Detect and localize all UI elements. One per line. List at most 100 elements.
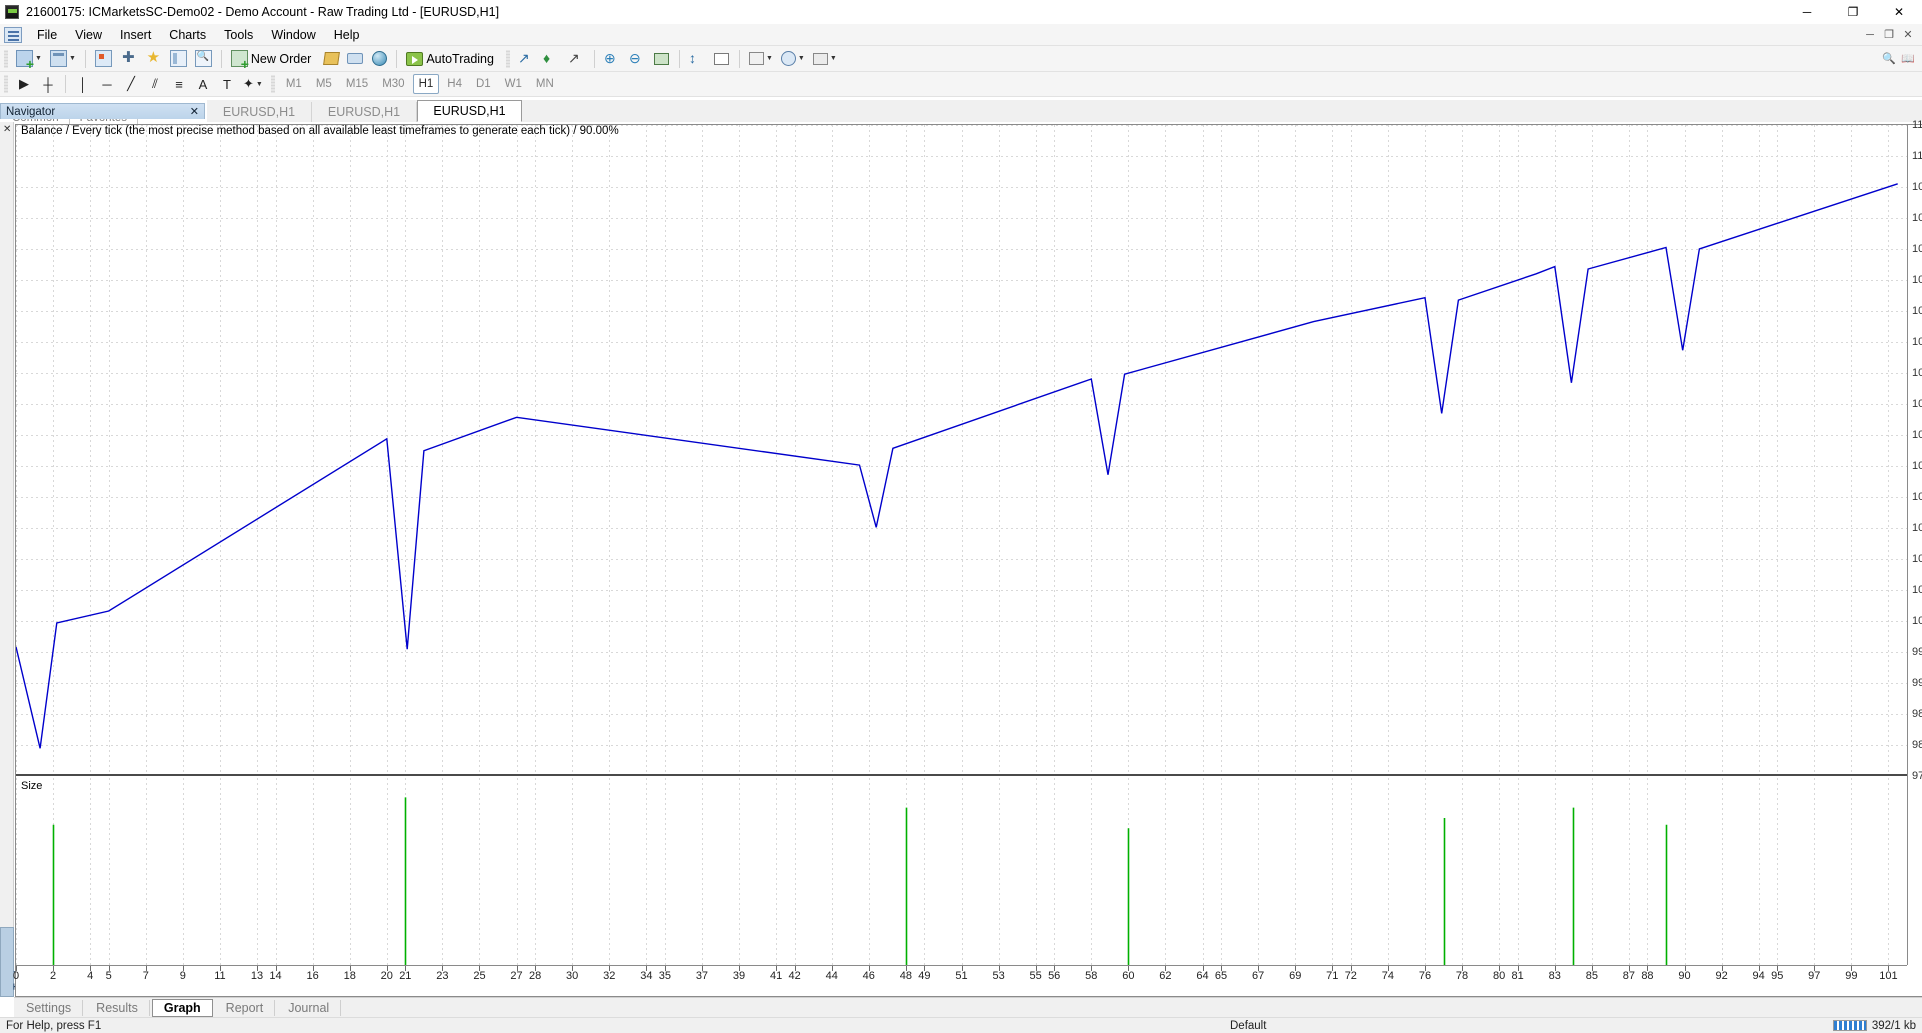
x-axis-tick-label: 62 <box>1159 970 1171 982</box>
tester-vertical-tab[interactable]: Tester <box>0 927 14 997</box>
zoom-out-button[interactable]: ⊖ <box>626 48 649 70</box>
horizontal-line-tool-button[interactable]: ─ <box>96 73 118 95</box>
chart-tab-3-active[interactable]: EURUSD,H1 <box>417 100 522 122</box>
mql5-community-button[interactable] <box>368 48 390 70</box>
tab-results[interactable]: Results <box>85 1000 150 1016</box>
maximize-button[interactable]: ❐ <box>1830 0 1876 24</box>
new-order-button[interactable]: New Order <box>228 48 318 70</box>
x-axis-tick-label: 51 <box>955 970 967 982</box>
chart-tab-2[interactable]: EURUSD,H1 <box>312 102 417 122</box>
toolbar-grip[interactable] <box>4 50 8 68</box>
cursor-tool-button[interactable]: ▶ <box>13 73 35 95</box>
menu-view[interactable]: View <box>66 25 111 45</box>
terminal-button[interactable] <box>167 48 190 70</box>
indicators-button[interactable]: ▼ <box>746 48 776 70</box>
bar-chart-button[interactable]: ↗ <box>515 48 538 70</box>
new-chart-button[interactable]: ▼ <box>13 48 45 70</box>
x-axis-tick-label: 49 <box>918 970 930 982</box>
x-axis-tick-label: 27 <box>510 970 522 982</box>
tab-journal[interactable]: Journal <box>277 1000 341 1016</box>
menu-file[interactable]: File <box>28 25 66 45</box>
arrows-icon: ✦ <box>243 76 254 92</box>
toolbar-grip[interactable] <box>4 75 8 93</box>
timeframe-w1[interactable]: W1 <box>499 74 528 94</box>
price-axis-tick-label: 10842 <box>1912 243 1922 255</box>
x-axis-tick-label: 34 <box>640 970 652 982</box>
timeframe-h4[interactable]: H4 <box>441 74 468 94</box>
text-label-icon: T <box>223 77 231 92</box>
grid-button[interactable] <box>711 48 733 70</box>
x-axis-tick-label: 21 <box>399 970 411 982</box>
timeframe-m5[interactable]: M5 <box>310 74 338 94</box>
fibonacci-tool-button[interactable]: ≡ <box>168 73 190 95</box>
expert-advisors-button[interactable] <box>344 48 366 70</box>
tab-settings[interactable]: Settings <box>15 1000 83 1016</box>
line-chart-button[interactable]: ↗ <box>565 48 588 70</box>
toolbar-separator <box>594 50 595 68</box>
zoom-in-button[interactable]: ⊕ <box>601 48 624 70</box>
profiles-button[interactable]: ▼ <box>47 48 79 70</box>
market-watch-button[interactable] <box>92 48 115 70</box>
timeframe-h1[interactable]: H1 <box>413 74 440 94</box>
doc-minimize-button[interactable]: ─ <box>1862 27 1878 43</box>
data-window-button[interactable]: ↕ <box>686 48 709 70</box>
close-icon[interactable]: ✕ <box>3 124 11 135</box>
text-label-tool-button[interactable]: T <box>216 73 238 95</box>
toolbar-grip[interactable] <box>506 50 510 68</box>
metaeditor-button[interactable] <box>320 48 342 70</box>
timeframe-m30[interactable]: M30 <box>376 74 410 94</box>
menu-help[interactable]: Help <box>325 25 369 45</box>
doc-close-button[interactable]: ✕ <box>1900 27 1916 43</box>
tester-graph: Balance / Every tick (the most precise m… <box>15 124 1922 997</box>
candlestick-chart-button[interactable]: ♦ <box>540 48 563 70</box>
favorites-button[interactable]: ★ <box>142 48 165 70</box>
timeframe-m15[interactable]: M15 <box>340 74 374 94</box>
toolbar-separator <box>679 50 680 68</box>
minimize-button[interactable]: ─ <box>1784 0 1830 24</box>
equidistant-channel-tool-button[interactable]: ⫽ <box>144 73 166 95</box>
chevron-down-icon: ▼ <box>35 55 42 62</box>
metaeditor-icon <box>323 52 340 65</box>
menu-insert[interactable]: Insert <box>111 25 160 45</box>
menu-window[interactable]: Window <box>262 25 324 45</box>
data-window-icon: ↕ <box>689 50 706 67</box>
toolbar-right-controls: 🔍 📖 <box>1878 51 1922 67</box>
price-axis-tick-label: 11036 <box>1912 150 1922 162</box>
arrows-tool-button[interactable]: ✦ ▼ <box>240 73 266 95</box>
toolbar-grip[interactable] <box>271 75 275 93</box>
price-axis-tick-label: 10129 <box>1912 584 1922 596</box>
trendline-tool-button[interactable]: ╱ <box>120 73 142 95</box>
chart-tab-1[interactable]: EURUSD,H1 <box>207 102 312 122</box>
chevron-down-icon: ▼ <box>69 55 76 62</box>
autotrading-button[interactable]: AutoTrading <box>403 48 501 70</box>
vertical-line-tool-button[interactable]: │ <box>72 73 94 95</box>
timeframe-m1[interactable]: M1 <box>280 74 308 94</box>
price-axis-tick-label: 10258 <box>1912 522 1922 534</box>
x-axis-tick-label: 44 <box>826 970 838 982</box>
favorites-icon: ★ <box>145 50 162 67</box>
x-axis-tick-label: 83 <box>1549 970 1561 982</box>
close-icon[interactable]: ✕ <box>190 105 204 118</box>
new-order-icon <box>231 50 248 67</box>
templates-button[interactable]: ▼ <box>810 48 840 70</box>
doc-restore-button[interactable]: ❐ <box>1881 27 1897 43</box>
menu-charts[interactable]: Charts <box>160 25 215 45</box>
crosshair-tool-button[interactable]: ┼ <box>37 73 59 95</box>
strategy-tester-button[interactable] <box>192 48 215 70</box>
tab-graph[interactable]: Graph <box>152 999 213 1017</box>
menu-tools[interactable]: Tools <box>215 25 262 45</box>
size-pane-label: Size <box>21 780 42 792</box>
autotrading-label: AutoTrading <box>426 52 494 66</box>
close-button[interactable]: ✕ <box>1876 0 1922 24</box>
search-icon[interactable]: 🔍 <box>1881 51 1897 67</box>
periods-button[interactable]: ▼ <box>778 48 808 70</box>
timeframe-mn[interactable]: MN <box>530 74 560 94</box>
timeframe-d1[interactable]: D1 <box>470 74 497 94</box>
navigator-button[interactable]: ✚ <box>117 48 140 70</box>
tile-windows-button[interactable] <box>651 48 673 70</box>
terminal-icon <box>170 50 187 67</box>
text-tool-button[interactable]: A <box>192 73 214 95</box>
x-axis-tick-label: 81 <box>1512 970 1524 982</box>
book-icon[interactable]: 📖 <box>1900 51 1916 67</box>
tab-report[interactable]: Report <box>215 1000 276 1016</box>
